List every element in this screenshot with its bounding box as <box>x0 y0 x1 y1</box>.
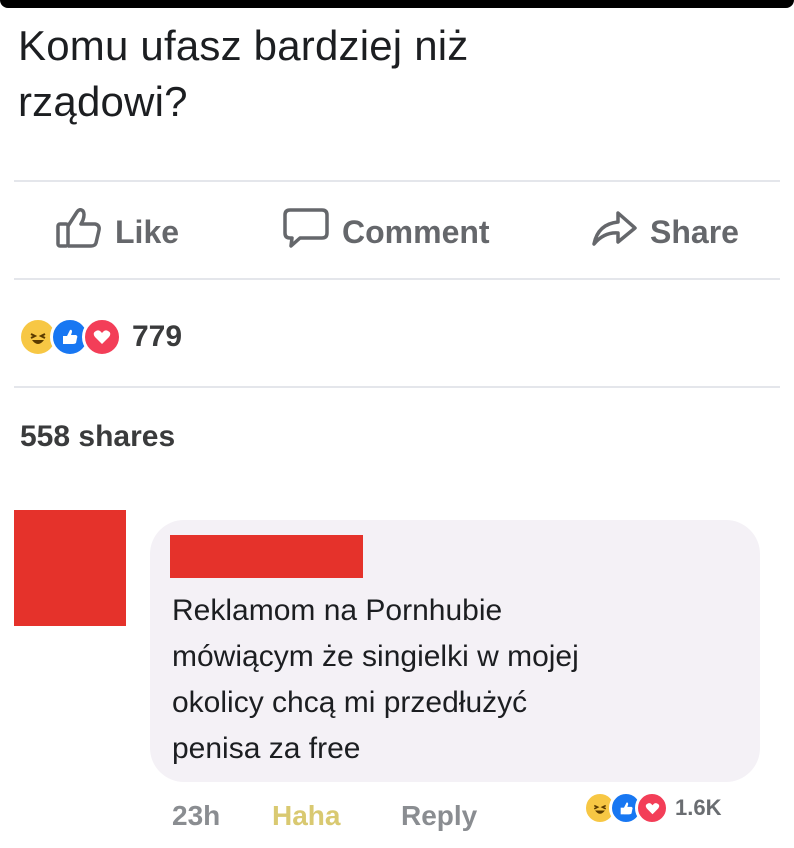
divider <box>14 278 780 280</box>
love-icon <box>82 317 122 357</box>
like-button[interactable]: Like <box>55 206 180 258</box>
reply-link[interactable]: Reply <box>401 800 477 832</box>
comment-text-line: mówiącym że singielki w mojej <box>172 640 579 673</box>
post-text: Komu ufasz bardziej niż rządowi? <box>18 18 758 130</box>
comment-text-line: penisa za free <box>172 732 361 765</box>
thumbs-up-icon <box>55 206 115 258</box>
comment-text-line: Reklamom na Pornhubie <box>172 594 503 627</box>
comment-time[interactable]: 23h <box>172 800 220 832</box>
divider <box>14 386 780 388</box>
comment-label: Comment <box>342 213 490 250</box>
reactions-summary[interactable]: 779 <box>18 312 182 362</box>
like-label: Like <box>115 213 180 250</box>
comment-text: Reklamom na Pornhubie mówiącym że singie… <box>172 588 732 772</box>
top-edge <box>0 0 794 8</box>
divider <box>14 180 780 182</box>
share-arrow-icon <box>590 206 650 258</box>
comment-button[interactable]: Comment <box>282 208 490 256</box>
shares-count[interactable]: 558 shares <box>20 420 175 454</box>
comment-reactions[interactable]: 1.6K <box>583 788 721 828</box>
redacted-commenter-name[interactable] <box>170 535 363 578</box>
post-text-line: rządowi? <box>18 78 188 125</box>
post-text-line: Komu ufasz bardziej niż <box>18 22 469 69</box>
comment-bubble-icon <box>282 206 342 258</box>
comment-reaction-count: 1.6K <box>675 795 722 820</box>
share-button[interactable]: Share <box>590 208 739 256</box>
reaction-count: 779 <box>132 320 183 353</box>
redacted-avatar[interactable] <box>14 510 126 626</box>
action-bar: Like Comment Share <box>0 200 794 262</box>
comment-text-line: okolicy chcą mi przedłużyć <box>172 686 528 719</box>
haha-reaction-link[interactable]: Haha <box>272 800 340 832</box>
share-label: Share <box>650 213 739 250</box>
love-icon <box>635 791 669 825</box>
